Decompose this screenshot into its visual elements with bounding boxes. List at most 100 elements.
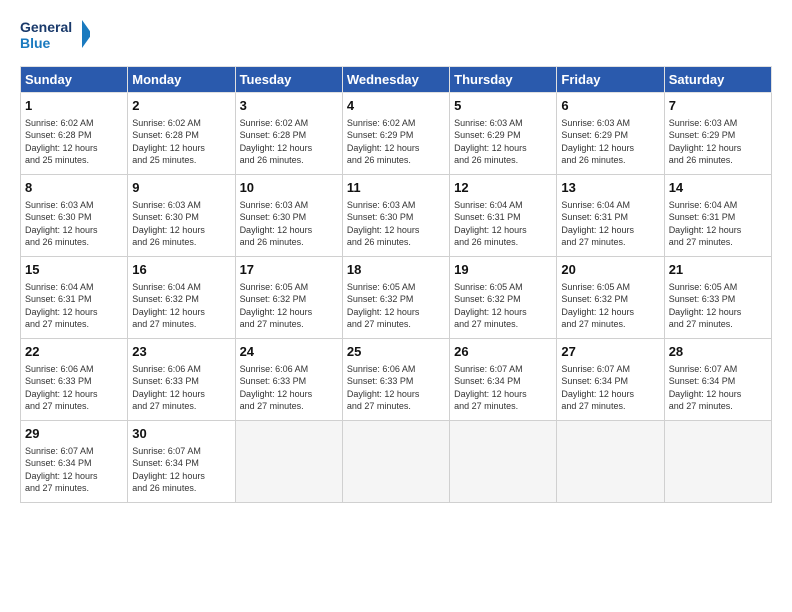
cell-text: Sunrise: 6:06 AMSunset: 6:33 PMDaylight:… bbox=[25, 363, 123, 413]
calendar-cell bbox=[342, 421, 449, 503]
calendar-cell: 23Sunrise: 6:06 AMSunset: 6:33 PMDayligh… bbox=[128, 339, 235, 421]
calendar: SundayMondayTuesdayWednesdayThursdayFrid… bbox=[20, 66, 772, 503]
day-number: 7 bbox=[669, 97, 767, 115]
cell-text: Sunrise: 6:04 AMSunset: 6:31 PMDaylight:… bbox=[561, 199, 659, 249]
calendar-cell: 14 Sunrise: 6:04 AMSunset: 6:31 PMDayligh… bbox=[664, 175, 771, 257]
day-number: 28 bbox=[669, 343, 767, 361]
calendar-cell: 2 Sunrise: 6:02 AMSunset: 6:28 PMDaylight… bbox=[128, 93, 235, 175]
day-number: 18 bbox=[347, 261, 445, 279]
calendar-cell: 19 Sunrise: 6:05 AMSunset: 6:32 PMDayligh… bbox=[450, 257, 557, 339]
cell-text: Sunrise: 6:04 AMSunset: 6:31 PMDaylight:… bbox=[25, 281, 123, 331]
calendar-cell: 16 Sunrise: 6:04 AMSunset: 6:32 PMDayligh… bbox=[128, 257, 235, 339]
cell-text: Sunrise: 6:05 AMSunset: 6:32 PMDaylight:… bbox=[454, 281, 552, 331]
cell-text: Sunrise: 6:07 AMSunset: 6:34 PMDaylight:… bbox=[25, 445, 123, 495]
calendar-cell: 26 Sunrise: 6:07 AMSunset: 6:34 PMDayligh… bbox=[450, 339, 557, 421]
cell-text: Sunrise: 6:06 AMSunset: 6:33 PMDaylight:… bbox=[240, 363, 338, 413]
day-number: 17 bbox=[240, 261, 338, 279]
day-number: 24 bbox=[240, 343, 338, 361]
calendar-week-3: 22 Sunrise: 6:06 AMSunset: 6:33 PMDayligh… bbox=[21, 339, 772, 421]
day-number: 10 bbox=[240, 179, 338, 197]
cell-text: Sunrise: 6:03 AMSunset: 6:29 PMDaylight:… bbox=[669, 117, 767, 167]
day-number: 22 bbox=[25, 343, 123, 361]
day-number: 1 bbox=[25, 97, 123, 115]
calendar-cell: 27 Sunrise: 6:07 AMSunset: 6:34 PMDayligh… bbox=[557, 339, 664, 421]
page: General Blue SundayMondayTuesdayWednesda… bbox=[0, 0, 792, 612]
day-number: 9 bbox=[132, 179, 230, 197]
calendar-cell bbox=[557, 421, 664, 503]
day-number: 19 bbox=[454, 261, 552, 279]
day-number: 25 bbox=[347, 343, 445, 361]
day-number: 16 bbox=[132, 261, 230, 279]
day-number: 8 bbox=[25, 179, 123, 197]
weekday-friday: Friday bbox=[557, 67, 664, 93]
calendar-cell: 24 Sunrise: 6:06 AMSunset: 6:33 PMDayligh… bbox=[235, 339, 342, 421]
day-number: 13 bbox=[561, 179, 659, 197]
calendar-cell: 5 Sunrise: 6:03 AMSunset: 6:29 PMDaylight… bbox=[450, 93, 557, 175]
calendar-cell: 1 Sunrise: 6:02 AMSunset: 6:28 PMDaylight… bbox=[21, 93, 128, 175]
cell-text: Sunrise: 6:07 AMSunset: 6:34 PMDaylight:… bbox=[669, 363, 767, 413]
calendar-cell: 25 Sunrise: 6:06 AMSunset: 6:33 PMDayligh… bbox=[342, 339, 449, 421]
calendar-cell: 10 Sunrise: 6:03 AMSunset: 6:30 PMDayligh… bbox=[235, 175, 342, 257]
cell-text: Sunrise: 6:04 AMSunset: 6:31 PMDaylight:… bbox=[454, 199, 552, 249]
cell-text: Sunrise: 6:06 AMSunset: 6:33 PMDaylight:… bbox=[132, 363, 230, 413]
cell-text: Sunrise: 6:03 AMSunset: 6:30 PMDaylight:… bbox=[240, 199, 338, 249]
logo-svg: General Blue bbox=[20, 16, 90, 56]
day-number: 3 bbox=[240, 97, 338, 115]
cell-text: Sunrise: 6:04 AMSunset: 6:31 PMDaylight:… bbox=[669, 199, 767, 249]
cell-text: Sunrise: 6:03 AMSunset: 6:29 PMDaylight:… bbox=[454, 117, 552, 167]
calendar-cell: 17 Sunrise: 6:05 AMSunset: 6:32 PMDayligh… bbox=[235, 257, 342, 339]
calendar-cell: 11Sunrise: 6:03 AMSunset: 6:30 PMDayligh… bbox=[342, 175, 449, 257]
calendar-cell: 15 Sunrise: 6:04 AMSunset: 6:31 PMDayligh… bbox=[21, 257, 128, 339]
calendar-cell: 7 Sunrise: 6:03 AMSunset: 6:29 PMDaylight… bbox=[664, 93, 771, 175]
day-number: 29 bbox=[25, 425, 123, 443]
calendar-week-0: 1 Sunrise: 6:02 AMSunset: 6:28 PMDaylight… bbox=[21, 93, 772, 175]
day-number: 2 bbox=[132, 97, 230, 115]
cell-text: Sunrise: 6:06 AMSunset: 6:33 PMDaylight:… bbox=[347, 363, 445, 413]
cell-text: Sunrise: 6:04 AMSunset: 6:32 PMDaylight:… bbox=[132, 281, 230, 331]
weekday-wednesday: Wednesday bbox=[342, 67, 449, 93]
day-number: 21 bbox=[669, 261, 767, 279]
weekday-saturday: Saturday bbox=[664, 67, 771, 93]
calendar-week-2: 15 Sunrise: 6:04 AMSunset: 6:31 PMDayligh… bbox=[21, 257, 772, 339]
cell-text: Sunrise: 6:02 AMSunset: 6:28 PMDaylight:… bbox=[25, 117, 123, 167]
cell-text: Sunrise: 6:07 AMSunset: 6:34 PMDaylight:… bbox=[561, 363, 659, 413]
cell-text: Sunrise: 6:05 AMSunset: 6:33 PMDaylight:… bbox=[669, 281, 767, 331]
cell-text: Sunrise: 6:03 AMSunset: 6:30 PMDaylight:… bbox=[132, 199, 230, 249]
cell-text: Sunrise: 6:03 AMSunset: 6:30 PMDaylight:… bbox=[347, 199, 445, 249]
calendar-cell: 29 Sunrise: 6:07 AMSunset: 6:34 PMDayligh… bbox=[21, 421, 128, 503]
day-number: 6 bbox=[561, 97, 659, 115]
calendar-cell bbox=[450, 421, 557, 503]
cell-text: Sunrise: 6:03 AMSunset: 6:29 PMDaylight:… bbox=[561, 117, 659, 167]
calendar-cell: 28 Sunrise: 6:07 AMSunset: 6:34 PMDayligh… bbox=[664, 339, 771, 421]
day-number: 27 bbox=[561, 343, 659, 361]
day-number: 12 bbox=[454, 179, 552, 197]
cell-text: Sunrise: 6:07 AMSunset: 6:34 PMDaylight:… bbox=[132, 445, 230, 495]
day-number: 26 bbox=[454, 343, 552, 361]
calendar-cell: 30 Sunrise: 6:07 AMSunset: 6:34 PMDayligh… bbox=[128, 421, 235, 503]
day-number: 15 bbox=[25, 261, 123, 279]
weekday-header: SundayMondayTuesdayWednesdayThursdayFrid… bbox=[21, 67, 772, 93]
logo: General Blue bbox=[20, 16, 90, 56]
calendar-week-4: 29 Sunrise: 6:07 AMSunset: 6:34 PMDayligh… bbox=[21, 421, 772, 503]
calendar-cell: 4 Sunrise: 6:02 AMSunset: 6:29 PMDaylight… bbox=[342, 93, 449, 175]
day-number: 4 bbox=[347, 97, 445, 115]
cell-text: Sunrise: 6:05 AMSunset: 6:32 PMDaylight:… bbox=[240, 281, 338, 331]
cell-text: Sunrise: 6:03 AMSunset: 6:30 PMDaylight:… bbox=[25, 199, 123, 249]
day-number: 20 bbox=[561, 261, 659, 279]
calendar-cell: 6 Sunrise: 6:03 AMSunset: 6:29 PMDaylight… bbox=[557, 93, 664, 175]
cell-text: Sunrise: 6:05 AMSunset: 6:32 PMDaylight:… bbox=[561, 281, 659, 331]
cell-text: Sunrise: 6:07 AMSunset: 6:34 PMDaylight:… bbox=[454, 363, 552, 413]
calendar-cell: 18Sunrise: 6:05 AMSunset: 6:32 PMDayligh… bbox=[342, 257, 449, 339]
calendar-cell: 8 Sunrise: 6:03 AMSunset: 6:30 PMDaylight… bbox=[21, 175, 128, 257]
day-number: 14 bbox=[669, 179, 767, 197]
calendar-body: 1 Sunrise: 6:02 AMSunset: 6:28 PMDaylight… bbox=[21, 93, 772, 503]
day-number: 5 bbox=[454, 97, 552, 115]
cell-text: Sunrise: 6:02 AMSunset: 6:29 PMDaylight:… bbox=[347, 117, 445, 167]
calendar-cell: 22 Sunrise: 6:06 AMSunset: 6:33 PMDayligh… bbox=[21, 339, 128, 421]
cell-text: Sunrise: 6:02 AMSunset: 6:28 PMDaylight:… bbox=[132, 117, 230, 167]
day-number: 30 bbox=[132, 425, 230, 443]
weekday-sunday: Sunday bbox=[21, 67, 128, 93]
calendar-cell: 9 Sunrise: 6:03 AMSunset: 6:30 PMDaylight… bbox=[128, 175, 235, 257]
svg-text:Blue: Blue bbox=[20, 35, 51, 51]
svg-text:General: General bbox=[20, 19, 72, 35]
